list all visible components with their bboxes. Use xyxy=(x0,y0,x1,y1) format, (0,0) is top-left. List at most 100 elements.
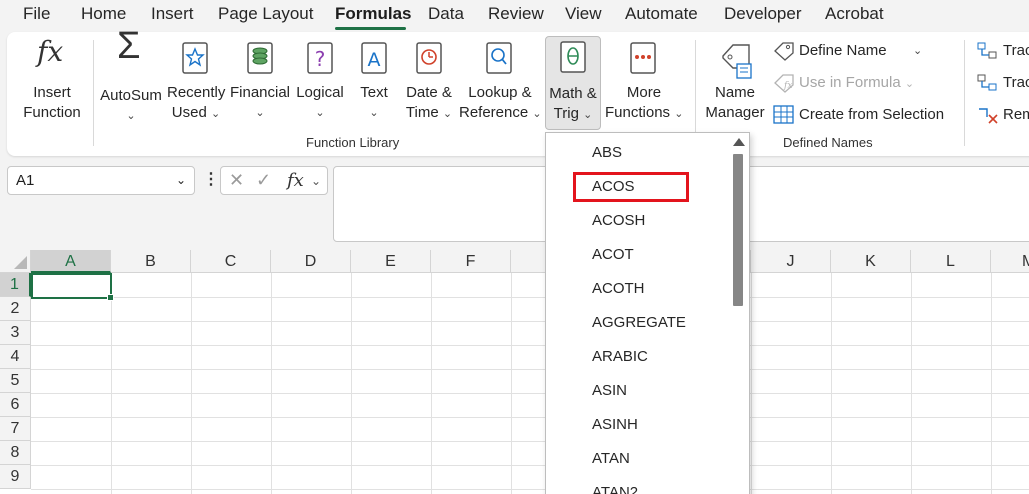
math-trig-button[interactable]: Math & Trig ⌄ xyxy=(545,36,601,130)
trace-precedents-label: Trac xyxy=(1003,42,1029,59)
active-tab-underline xyxy=(335,27,406,30)
autosum-button[interactable]: Σ AutoSum ⌄ xyxy=(99,25,163,128)
tab-acrobat[interactable]: Acrobat xyxy=(825,4,884,24)
remove-arrows-label: Rem xyxy=(1003,106,1029,123)
more-options-icon[interactable]: ⋮ xyxy=(203,170,219,190)
column-header-d[interactable]: D xyxy=(271,250,351,273)
tab-review[interactable]: Review xyxy=(488,4,544,24)
insert-function-fx-icon[interactable]: fx xyxy=(287,170,304,191)
trace-dependents-button[interactable]: Trac xyxy=(977,72,1029,96)
text-label: Text xyxy=(360,84,388,101)
grid-line xyxy=(911,273,912,494)
trace-precedents-button[interactable]: Trac xyxy=(977,40,1029,64)
date-time-button[interactable]: Date & Time ⌄ xyxy=(401,38,457,128)
worksheet-grid: A B C D E F G H I J K L M 1 2 3 4 5 6 7 … xyxy=(0,250,1029,494)
text-button[interactable]: A Text ⌄ xyxy=(351,38,397,128)
chevron-down-icon: ⌄ xyxy=(442,108,453,120)
create-from-selection-button[interactable]: Create from Selection xyxy=(773,104,963,128)
function-item-atan2[interactable]: ATAN2 xyxy=(592,484,638,494)
use-in-formula-button[interactable]: fx Use in Formula ⌄ xyxy=(773,72,963,96)
column-header-e[interactable]: E xyxy=(351,250,431,273)
function-item-asinh[interactable]: ASINH xyxy=(592,416,638,433)
function-item-arabic[interactable]: ARABIC xyxy=(592,348,648,365)
date-time-text: Time xyxy=(405,104,439,121)
book-ellipsis-icon xyxy=(630,42,656,74)
date-time-label-1: Date & xyxy=(406,84,452,101)
tab-page-layout[interactable]: Page Layout xyxy=(218,4,313,24)
row-header-7[interactable]: 7 xyxy=(0,417,31,441)
more-functions-button[interactable]: More Functions ⌄ xyxy=(605,38,683,128)
enter-check-icon[interactable]: ✓ xyxy=(256,170,271,191)
chevron-down-icon: ⌄ xyxy=(532,108,542,120)
column-header-j[interactable]: J xyxy=(751,250,831,273)
tab-formulas[interactable]: Formulas xyxy=(335,4,412,24)
chevron-down-icon[interactable]: ⌄ xyxy=(311,174,321,188)
scrollbar-thumb[interactable] xyxy=(733,154,743,306)
column-header-b[interactable]: B xyxy=(111,250,191,273)
function-item-acoth[interactable]: ACOTH xyxy=(592,280,645,297)
name-box[interactable]: A1 ⌄ xyxy=(7,166,195,195)
chevron-down-icon[interactable]: ⌄ xyxy=(176,167,186,194)
grid-line xyxy=(31,489,1029,490)
book-star-icon xyxy=(182,42,208,74)
function-item-atan[interactable]: ATAN xyxy=(592,450,630,467)
column-header-l[interactable]: L xyxy=(911,250,991,273)
svg-text:?: ? xyxy=(315,47,326,71)
separator xyxy=(695,40,696,146)
grid-line xyxy=(351,273,352,494)
column-header-c[interactable]: C xyxy=(191,250,271,273)
math-trig-text: Trig xyxy=(553,105,579,122)
logical-button[interactable]: ? Logical ⌄ xyxy=(295,38,345,128)
dropdown-scrollbar[interactable] xyxy=(729,133,749,494)
active-cell-a1[interactable] xyxy=(31,273,114,301)
row-header-1[interactable]: 1 xyxy=(0,273,31,297)
define-name-button[interactable]: Define Name ⌄ xyxy=(773,40,963,64)
book-search-icon xyxy=(486,42,512,74)
recently-used-button[interactable]: Recently Used ⌄ xyxy=(167,38,225,128)
lookup-reference-button[interactable]: Lookup & Reference ⌄ xyxy=(459,38,542,128)
chevron-down-icon: ⌄ xyxy=(913,45,923,57)
tab-automate[interactable]: Automate xyxy=(625,4,698,24)
use-in-formula-label: Use in Formula ⌄ xyxy=(799,72,914,95)
select-all-button[interactable] xyxy=(0,250,31,273)
tab-file[interactable]: File xyxy=(23,4,50,24)
row-header-5[interactable]: 5 xyxy=(0,369,31,393)
column-header-a[interactable]: A xyxy=(31,250,111,273)
trace-dependents-icon xyxy=(977,74,997,91)
scroll-up-arrow-icon[interactable] xyxy=(733,138,745,146)
column-header-k[interactable]: K xyxy=(831,250,911,273)
book-theta-icon xyxy=(560,41,586,73)
tab-insert[interactable]: Insert xyxy=(151,4,194,24)
tab-data[interactable]: Data xyxy=(428,4,464,24)
remove-arrows-button[interactable]: Rem xyxy=(977,104,1029,128)
column-header-f[interactable]: F xyxy=(431,250,511,273)
grid-line xyxy=(31,369,1029,370)
row-header-2[interactable]: 2 xyxy=(0,297,31,321)
row-header-9[interactable]: 9 xyxy=(0,465,31,489)
function-item-acot[interactable]: ACOT xyxy=(592,246,634,263)
financial-button[interactable]: Financial ⌄ xyxy=(229,38,291,128)
insert-function-button[interactable]: fx Insert Function xyxy=(13,38,91,128)
lookup-label-1: Lookup & xyxy=(468,84,532,101)
row-header-6[interactable]: 6 xyxy=(0,393,31,417)
tab-view[interactable]: View xyxy=(565,4,602,24)
cancel-icon[interactable]: ✕ xyxy=(229,170,244,191)
tab-home[interactable]: Home xyxy=(81,4,126,24)
chevron-down-icon: ⌄ xyxy=(369,107,379,119)
chevron-down-icon: ⌄ xyxy=(315,107,325,119)
sigma-icon: Σ xyxy=(117,25,141,67)
more-functions-label-1: More xyxy=(626,84,662,101)
more-functions-text: Functions xyxy=(605,104,671,121)
row-header-4[interactable]: 4 xyxy=(0,345,31,369)
name-manager-button[interactable]: Name Manager xyxy=(701,38,769,128)
name-tag-icon xyxy=(722,44,752,79)
menu-bar: File Home Insert Page Layout Formulas Da… xyxy=(0,0,1029,30)
row-header-8[interactable]: 8 xyxy=(0,441,31,465)
tab-developer[interactable]: Developer xyxy=(724,4,802,24)
column-header-m[interactable]: M xyxy=(991,250,1029,273)
function-item-acosh[interactable]: ACOSH xyxy=(592,212,645,229)
function-item-abs[interactable]: ABS xyxy=(592,144,622,161)
function-item-aggregate[interactable]: AGGREGATE xyxy=(592,314,686,331)
function-item-asin[interactable]: ASIN xyxy=(592,382,627,399)
row-header-3[interactable]: 3 xyxy=(0,321,31,345)
